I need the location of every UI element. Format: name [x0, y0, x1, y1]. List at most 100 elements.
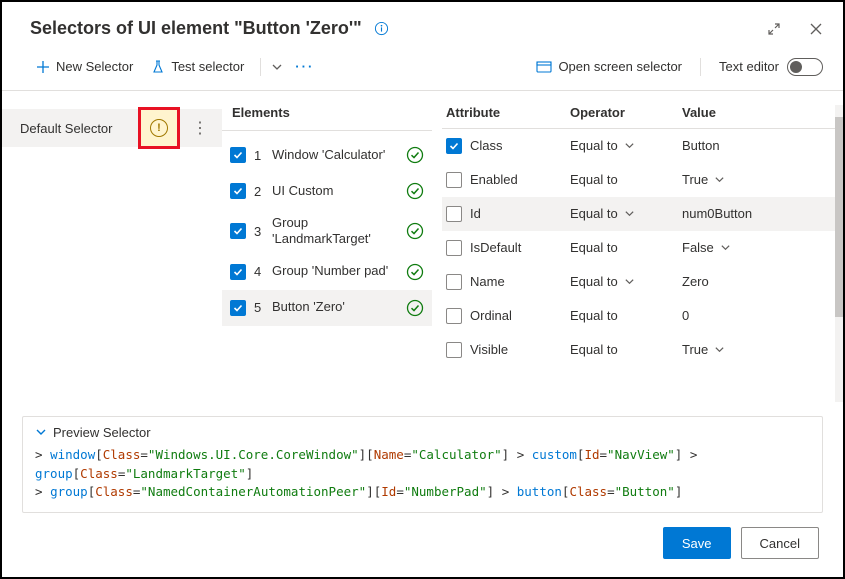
attribute-row[interactable]: OrdinalEqual to0: [442, 299, 835, 333]
value-cell[interactable]: True: [682, 172, 835, 187]
element-row[interactable]: 4 Group 'Number pad': [222, 254, 432, 290]
element-index: 5: [254, 300, 264, 315]
element-checkbox[interactable]: [230, 147, 246, 163]
preview-toggle[interactable]: Preview Selector: [35, 425, 810, 440]
element-checkbox[interactable]: [230, 264, 246, 280]
selector-item-more-icon[interactable]: ⋮: [186, 118, 214, 138]
selector-item[interactable]: Default Selector ! ⋮: [2, 109, 222, 147]
chevron-down-icon: [720, 242, 731, 253]
warning-icon: !: [150, 119, 168, 137]
attributes-panel: Attribute Operator Value Class Equal to Bu…: [432, 91, 843, 410]
attribute-checkbox[interactable]: [446, 138, 462, 154]
operator-value: Equal to: [570, 274, 618, 289]
text-editor-toggle-group: Text editor: [719, 58, 823, 76]
operator-cell[interactable]: Equal to: [570, 308, 682, 323]
col-attribute: Attribute: [442, 105, 570, 120]
element-index: 3: [254, 224, 264, 239]
col-operator: Operator: [570, 105, 682, 120]
chevron-down-icon: [714, 174, 725, 185]
operator-cell[interactable]: Equal to: [570, 274, 682, 289]
elements-title: Elements: [222, 105, 432, 131]
check-ok-icon: [406, 146, 424, 164]
dialog-title: Selectors of UI element "Button 'Zero'": [30, 18, 362, 39]
more-icon[interactable]: ···: [289, 59, 320, 74]
operator-cell[interactable]: Equal to: [570, 172, 682, 187]
element-row[interactable]: 5 Button 'Zero': [222, 290, 432, 326]
attribute-row[interactable]: VisibleEqual toTrue: [442, 333, 835, 367]
elements-panel: Elements 1Window 'Calculator'2UI Custom3…: [222, 91, 432, 410]
close-icon[interactable]: [809, 22, 823, 36]
dialog-footer: Save Cancel: [2, 513, 843, 577]
operator-cell[interactable]: Equal to: [570, 240, 682, 255]
attribute-checkbox[interactable]: [446, 240, 462, 256]
toolbar-divider: [700, 58, 701, 76]
chevron-down-icon: [714, 344, 725, 355]
value-cell[interactable]: Button: [682, 138, 835, 153]
attribute-row[interactable]: NameEqual toZero: [442, 265, 835, 299]
value-cell[interactable]: 0: [682, 308, 835, 323]
toolbar-divider: [260, 58, 261, 76]
expand-icon[interactable]: [767, 22, 781, 36]
preview-selector: Preview Selector > window[Class="Windows…: [22, 416, 823, 513]
value-cell[interactable]: Zero: [682, 274, 835, 289]
check-ok-icon: [406, 263, 424, 281]
scrollbar[interactable]: [835, 105, 843, 402]
attribute-value: num0Button: [682, 206, 752, 221]
value-cell[interactable]: num0Button: [682, 206, 835, 221]
test-selector-button[interactable]: Test selector: [145, 55, 250, 78]
operator-cell[interactable]: Equal to: [570, 342, 682, 357]
element-label: Group 'LandmarkTarget': [272, 215, 398, 248]
element-row[interactable]: 3 Group 'LandmarkTarget': [222, 209, 432, 254]
warning-badge: !: [138, 107, 180, 149]
attribute-row[interactable]: IsDefault Equal toFalse: [442, 231, 835, 265]
element-label: Button 'Zero': [272, 299, 398, 315]
attribute-checkbox[interactable]: [446, 274, 462, 290]
check-ok-icon: [406, 222, 424, 240]
text-editor-label: Text editor: [719, 59, 779, 74]
col-value: Value: [682, 105, 835, 120]
new-selector-label: New Selector: [56, 59, 133, 74]
element-label: Window 'Calculator': [272, 147, 398, 163]
attribute-name: IsDefault: [470, 240, 521, 255]
element-checkbox[interactable]: [230, 300, 246, 316]
element-index: 1: [254, 148, 264, 163]
scroll-thumb[interactable]: [835, 117, 843, 317]
attribute-checkbox[interactable]: [446, 342, 462, 358]
element-checkbox[interactable]: [230, 183, 246, 199]
dropdown-icon[interactable]: [271, 61, 283, 73]
info-icon[interactable]: [374, 21, 389, 36]
text-editor-toggle[interactable]: [787, 58, 823, 76]
chevron-down-icon: [624, 140, 635, 151]
attribute-row[interactable]: IdEqual tonum0Button: [442, 197, 835, 231]
element-label: Group 'Number pad': [272, 263, 398, 279]
element-row[interactable]: 2UI Custom: [222, 173, 432, 209]
attribute-value: Button: [682, 138, 720, 153]
check-ok-icon: [406, 182, 424, 200]
attribute-checkbox[interactable]: [446, 308, 462, 324]
save-button[interactable]: Save: [663, 527, 731, 559]
element-row[interactable]: 1 Window 'Calculator': [222, 137, 432, 173]
preview-code: > window[Class="Windows.UI.Core.CoreWind…: [35, 446, 810, 502]
attribute-name: Enabled: [470, 172, 518, 187]
plus-icon: [36, 60, 50, 74]
operator-cell[interactable]: Equal to: [570, 138, 682, 153]
attribute-checkbox[interactable]: [446, 206, 462, 222]
element-index: 2: [254, 184, 264, 199]
element-checkbox[interactable]: [230, 223, 246, 239]
value-cell[interactable]: True: [682, 342, 835, 357]
operator-value: Equal to: [570, 172, 618, 187]
value-cell[interactable]: False: [682, 240, 835, 255]
attribute-checkbox[interactable]: [446, 172, 462, 188]
cancel-button[interactable]: Cancel: [741, 527, 819, 559]
attribute-row[interactable]: Class Equal to Button: [442, 129, 835, 163]
element-index: 4: [254, 264, 264, 279]
attribute-row[interactable]: Enabled Equal to True: [442, 163, 835, 197]
flask-icon: [151, 60, 165, 74]
attribute-value: Zero: [682, 274, 709, 289]
open-screen-selector-button[interactable]: Open screen selector: [536, 59, 682, 74]
new-selector-button[interactable]: New Selector: [30, 55, 139, 78]
operator-value: Equal to: [570, 138, 618, 153]
open-screen-label: Open screen selector: [558, 59, 682, 74]
operator-cell[interactable]: Equal to: [570, 206, 682, 221]
attribute-name: Class: [470, 138, 503, 153]
